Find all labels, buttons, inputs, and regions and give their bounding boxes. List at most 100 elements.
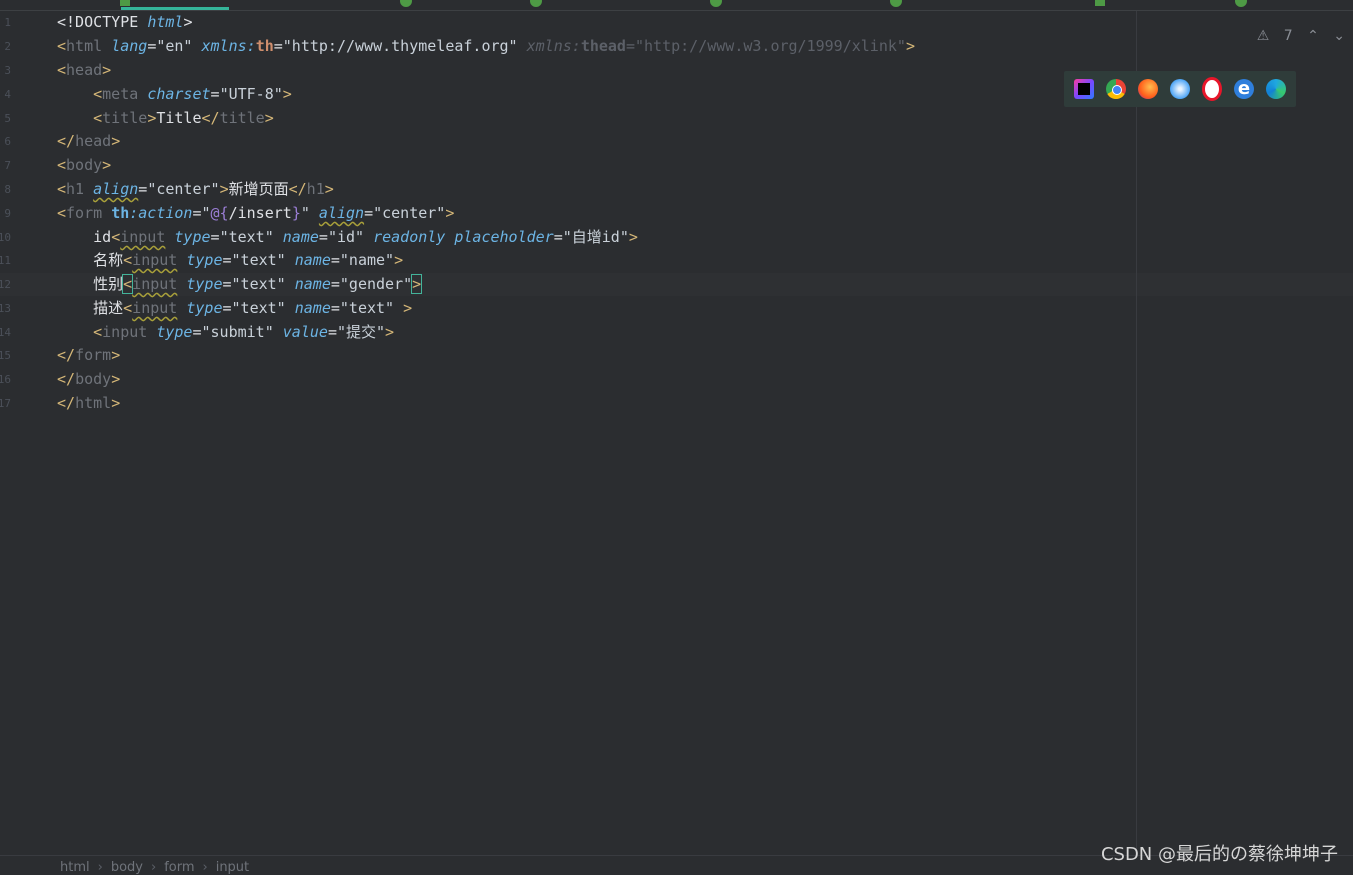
attr-name: type [174,228,211,246]
code-line[interactable]: </body> [57,368,120,391]
active-tab-indicator [121,7,229,10]
code-line[interactable]: </head> [57,130,120,153]
deprecated-attr-name: align [93,180,139,198]
code-line[interactable]: <title>Title</title> [57,107,274,130]
attr-value: "UTF-8" [219,85,283,103]
code-line[interactable]: <html lang="en" xmlns:th="http://www.thy… [57,35,915,58]
chrome-icon[interactable] [1106,79,1126,99]
attr-value: "id" [327,228,365,246]
code-line[interactable]: <meta charset="UTF-8"> [57,83,292,106]
tag-name: body [66,156,103,174]
line-number: 5 [4,112,11,125]
tag-text: 新增页面 [228,180,289,198]
attr-name: :action [129,204,193,222]
deprecated-attr-name: align [318,204,365,222]
line-number: 1 [4,16,11,29]
doctype-keyword: <!DOCTYPE [57,13,148,31]
label-text: 名称 [93,251,124,269]
line-number: 6 [4,135,11,148]
tag-name: title [219,109,265,127]
edge-icon[interactable] [1266,79,1286,99]
ie-icon[interactable]: e [1234,79,1254,99]
tag-name: head [66,61,103,79]
line-number: 11 [0,254,11,267]
matched-bracket: > [411,274,423,294]
code-line[interactable]: 名称<input type="text" name="name"> [57,249,403,272]
html-file-icon [1095,0,1105,6]
code-line[interactable]: 描述<input type="text" name="text" > [57,297,412,320]
tag-name: input [132,275,178,293]
label-text: 描述 [93,299,124,317]
line-number: 15 [0,349,11,362]
line-number: 12 [0,278,11,291]
thymeleaf-expr-path: /insert [228,204,292,222]
safari-icon[interactable] [1170,79,1190,99]
line-number: 3 [4,64,11,77]
class-file-icon [1235,0,1247,7]
code-line[interactable]: <body> [57,154,111,177]
browser-preview-bar: e [1064,71,1296,107]
tag-name: h1 [66,180,85,198]
attr-name: type [156,323,193,341]
line-number: 9 [4,207,11,220]
tag-name: input [132,299,178,317]
attr-value: "http://www.thymeleaf.org" [282,37,518,55]
tag-name: html [66,37,103,55]
attr-name: placeholder [454,228,554,246]
code-line[interactable]: <h1 align="center">新增页面</h1> [57,178,334,201]
code-line[interactable]: <form th:action="@{/insert}" align="cent… [57,202,454,225]
attr-value: "submit" [201,323,274,341]
line-number: 8 [4,183,11,196]
code-line[interactable]: <head> [57,59,111,82]
unused-attr-namespace: xmlns: [526,37,581,55]
code-line[interactable]: id<input type="text" name="id" readonly … [57,226,638,249]
line-number: 14 [0,326,11,339]
line-number: 7 [4,159,11,172]
thymeleaf-expr-open: @{ [210,204,229,222]
tag-name: head [75,132,112,150]
attr-value: "gender" [339,275,413,293]
tag-name: html [75,394,112,412]
line-number-gutter[interactable]: 1 2 3 4 5 6 7 8 9 10 11 12 13 14 15 16 1… [0,11,30,854]
editor-tab-bar[interactable] [0,0,1353,11]
attr-value-quote: " [201,204,211,222]
opera-icon[interactable] [1202,77,1222,101]
code-line[interactable]: <input type="submit" value="提交"> [57,321,394,344]
tag-name: title [102,109,148,127]
code-line[interactable]: <!DOCTYPE html> [57,11,192,34]
code-line-current[interactable]: 性别<input type="text" name="gender"> [57,273,423,296]
code-editor[interactable]: 1 2 3 4 5 6 7 8 9 10 11 12 13 14 15 16 1… [0,11,1353,854]
code-line[interactable]: </form> [57,344,120,367]
attr-value-quote: " [300,204,310,222]
class-file-icon [400,0,412,7]
tag-name: body [75,370,112,388]
chevron-down-icon[interactable]: ⌄ [1333,28,1345,44]
watermark: CSDN @最后的の蔡徐坤坤子 [1100,844,1338,865]
unused-attr-name: thead [580,37,626,55]
matched-bracket: < [122,274,134,294]
tag-bracket: > [183,13,193,31]
warning-icon[interactable]: ⚠ [1257,28,1270,44]
firefox-icon[interactable] [1138,79,1158,99]
tag-name: input [102,323,148,341]
attr-value: "提交" [336,323,386,341]
label-text: id [93,228,112,246]
class-file-icon [530,0,542,7]
attr-name: lang [111,37,148,55]
thymeleaf-expr-close: } [291,204,301,222]
attr-value: "text" [231,275,286,293]
tag-name: meta [102,85,139,103]
line-number: 17 [0,397,11,410]
line-number: 13 [0,302,11,315]
attr-name: type [186,275,223,293]
tag-name: input [120,228,166,246]
html-file-icon [120,0,130,6]
intellij-icon[interactable] [1074,79,1094,99]
chevron-up-icon[interactable]: ⌃ [1307,28,1319,44]
tag-text: Title [156,109,202,127]
inspection-widget[interactable]: ⚠ 7 ⌃ ⌄ [1247,28,1345,44]
line-number: 10 [0,231,11,244]
code-line[interactable]: </html> [57,392,120,415]
attr-name: name [294,275,331,293]
attr-value: "name" [339,251,395,269]
